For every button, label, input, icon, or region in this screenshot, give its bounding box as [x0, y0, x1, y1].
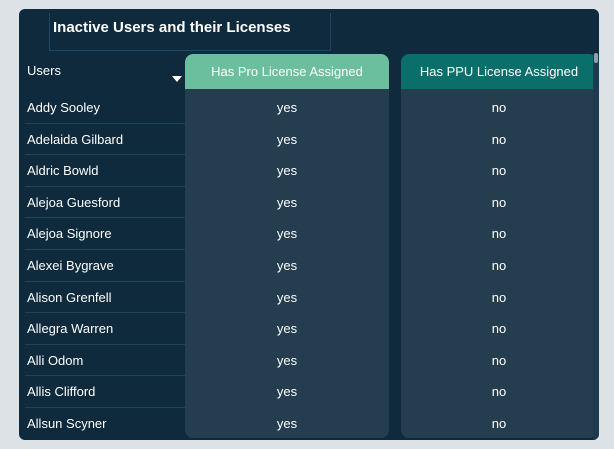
- ppu-license-cell: no: [491, 163, 507, 179]
- pro-license-cell: yes: [276, 257, 298, 273]
- scrollbar-thumb[interactable]: [594, 53, 598, 63]
- table-row[interactable]: Alison Grenfell yes no: [19, 282, 599, 314]
- user-name-cell: Alejoa Guesford: [27, 194, 121, 210]
- table-row[interactable]: Alli Odom yes no: [19, 345, 599, 377]
- pro-license-cell: yes: [276, 194, 298, 210]
- user-name-cell: Allsun Scyner: [27, 415, 107, 431]
- table-row[interactable]: Adelaida Gilbard yes no: [19, 124, 599, 156]
- ppu-license-cell: no: [491, 226, 507, 242]
- ppu-license-cell: no: [491, 415, 507, 431]
- table-body: Addy Sooley yes no Adelaida Gilbard yes no Ald…: [19, 92, 599, 440]
- pro-license-cell: yes: [276, 100, 298, 115]
- pro-license-cell: yes: [276, 321, 298, 337]
- user-name-cell: Aldric Bowld: [27, 163, 99, 179]
- pro-license-cell: yes: [276, 289, 298, 305]
- table-visual-card: Inactive Users and their Licenses Has Pr…: [19, 9, 599, 440]
- table-row[interactable]: Addy Sooley yes no: [19, 92, 599, 124]
- table-row[interactable]: Alejoa Signore yes no: [19, 218, 599, 250]
- vertical-scrollbar[interactable]: [593, 53, 599, 440]
- pro-license-cell: yes: [276, 352, 298, 368]
- table-row[interactable]: Allis Clifford yes no: [19, 376, 599, 408]
- pro-license-cell: yes: [276, 131, 298, 147]
- table-row[interactable]: Aldric Bowld yes no: [19, 155, 599, 187]
- users-column-header[interactable]: Users: [27, 63, 61, 78]
- user-name-cell: Alison Grenfell: [27, 289, 112, 305]
- table-row[interactable]: Alejoa Guesford yes no: [19, 187, 599, 219]
- pro-license-cell: yes: [276, 226, 298, 242]
- ppu-license-cell: no: [491, 384, 507, 400]
- user-name-cell: Alexei Bygrave: [27, 257, 114, 273]
- pro-license-header[interactable]: Has Pro License Assigned: [185, 54, 389, 89]
- pro-license-cell: yes: [276, 163, 298, 179]
- ppu-license-cell: no: [491, 257, 507, 273]
- user-name-cell: Alli Odom: [27, 352, 84, 368]
- pro-license-cell: yes: [276, 384, 298, 400]
- user-name-cell: Addy Sooley: [27, 100, 100, 115]
- ppu-license-header[interactable]: Has PPU License Assigned: [401, 54, 597, 89]
- table-row[interactable]: Allegra Warren yes no: [19, 313, 599, 345]
- ppu-license-cell: no: [491, 321, 507, 337]
- table-row[interactable]: Allsun Scyner yes no: [19, 408, 599, 440]
- ppu-license-cell: no: [491, 194, 507, 210]
- ppu-license-cell: no: [491, 131, 507, 147]
- ppu-license-cell: no: [491, 100, 507, 115]
- ppu-license-cell: no: [491, 352, 507, 368]
- visual-title: Inactive Users and their Licenses: [53, 19, 291, 36]
- user-name-cell: Allis Clifford: [27, 384, 96, 400]
- user-name-cell: Adelaida Gilbard: [27, 131, 124, 147]
- user-name-cell: Alejoa Signore: [27, 226, 112, 242]
- pro-license-cell: yes: [276, 415, 298, 431]
- user-name-cell: Allegra Warren: [27, 321, 114, 337]
- table-row[interactable]: Alexei Bygrave yes no: [19, 250, 599, 282]
- sort-descending-icon[interactable]: [172, 76, 182, 82]
- ppu-license-cell: no: [491, 289, 507, 305]
